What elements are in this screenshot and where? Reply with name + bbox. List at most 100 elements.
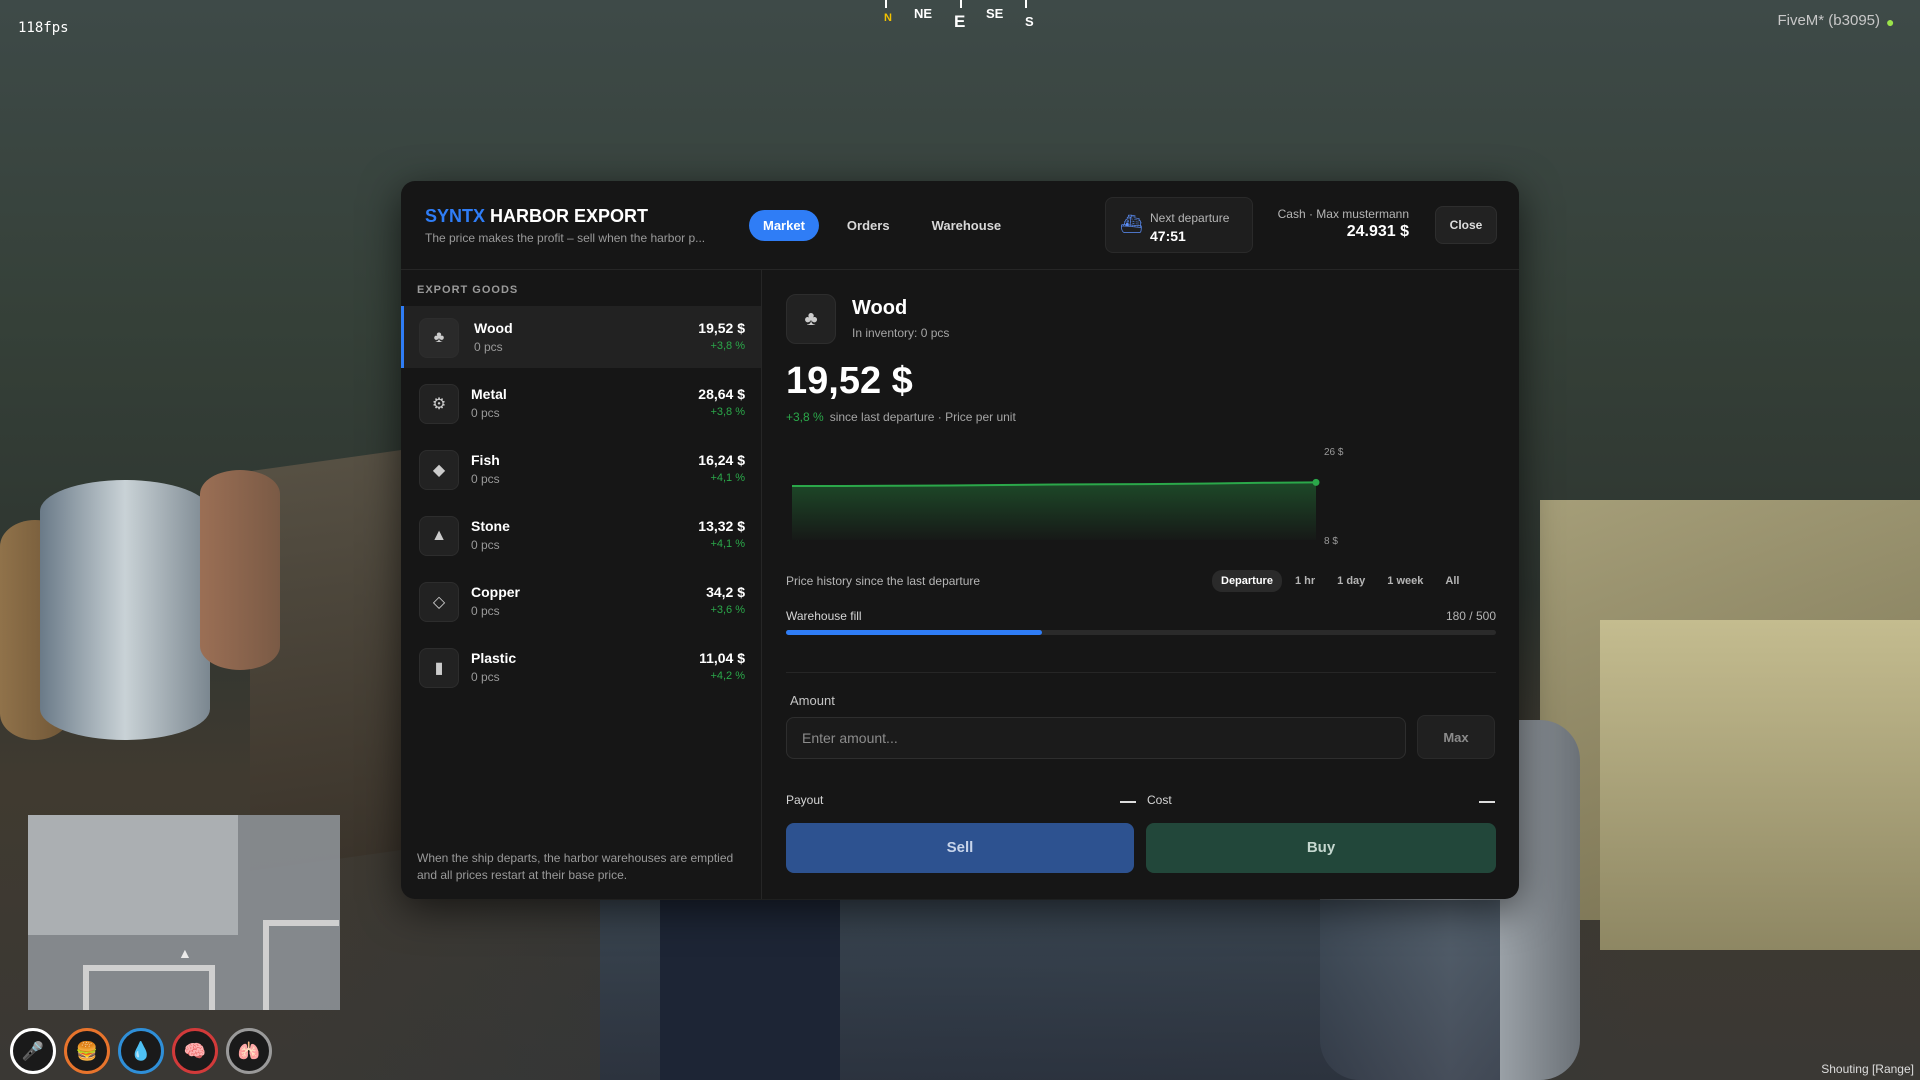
goods-name: Fish — [471, 452, 500, 468]
goods-name: Wood — [474, 320, 513, 336]
warehouse-label: Warehouse fill — [786, 609, 862, 623]
payout-label: Payout — [786, 793, 824, 807]
goods-item-stone[interactable]: ▲ Stone 0 pcs 13,32 $ +4,1 % — [401, 504, 761, 566]
client-version: FiveM* (b3095) — [1777, 12, 1880, 29]
detail-title: Wood — [852, 297, 908, 319]
player-arrow-icon: ▲ — [178, 945, 192, 961]
cash-value: 24.931 $ — [1346, 223, 1409, 240]
goods-change: +3,8 % — [710, 406, 745, 418]
divider — [786, 672, 1496, 673]
gem-icon: ◇ — [419, 582, 459, 622]
microphone-icon: 🎤 — [10, 1028, 56, 1074]
detail-price: 19,52 $ — [786, 360, 913, 402]
background-crate — [1600, 620, 1920, 950]
goods-item-wood[interactable]: ♣ Wood 0 pcs 19,52 $ +3,8 % — [401, 306, 761, 368]
fps-counter: 118fps — [18, 20, 69, 36]
goods-price: 16,24 $ — [698, 452, 745, 468]
cost-value — [1479, 801, 1495, 803]
stress-icon: 🧠 — [172, 1028, 218, 1074]
goods-change: +4,1 % — [710, 472, 745, 484]
goods-item-plastic[interactable]: ▮ Plastic 0 pcs 11,04 $ +4,2 % — [401, 636, 761, 698]
player-character — [660, 900, 840, 1080]
compass-n: N — [884, 12, 892, 24]
departure-timer: 47:51 — [1150, 228, 1186, 244]
tab-market[interactable]: Market — [749, 210, 819, 241]
brand-accent: SYNTX — [425, 206, 486, 226]
goods-name: Metal — [471, 386, 507, 402]
departure-note: When the ship departs, the harbor wareho… — [417, 851, 734, 882]
tab-bar: Market Orders Warehouse — [749, 210, 1015, 241]
status-hud: 🎤 🍔 💧 🧠 🫁 — [10, 1028, 272, 1074]
cash-label: Cash · Max mustermann — [1277, 207, 1409, 221]
chart-area — [792, 482, 1316, 540]
range-all[interactable]: All — [1436, 570, 1468, 592]
goods-list: EXPORT GOODS ♣ Wood 0 pcs 19,52 $ +3,8 %… — [401, 270, 762, 899]
background-barrel — [40, 480, 210, 740]
buy-button[interactable]: Buy — [1146, 823, 1496, 873]
range-1hr[interactable]: 1 hr — [1286, 570, 1324, 592]
chart-last-point — [1312, 478, 1320, 486]
tree-icon: ♣ — [786, 294, 836, 344]
change-note: since last departure · Price per unit — [829, 410, 1016, 424]
detail-change: +3,8 % since last departure · Price per u… — [786, 410, 1016, 424]
compass-tick — [885, 0, 887, 8]
goods-item-copper[interactable]: ◇ Copper 0 pcs 34,2 $ +3,6 % — [401, 570, 761, 632]
bottle-icon: ▮ — [419, 648, 459, 688]
fivem-icon: ● — [1886, 14, 1895, 30]
goods-qty: 0 pcs — [471, 406, 500, 420]
detail-inventory: In inventory: 0 pcs — [852, 326, 950, 340]
sell-button[interactable]: Sell — [786, 823, 1134, 873]
metal-icon: ⚙ — [419, 384, 459, 424]
warehouse-value: 180 / 500 — [1445, 609, 1496, 623]
section-title: EXPORT GOODS — [417, 284, 519, 296]
close-button[interactable]: Close — [1435, 206, 1497, 244]
compass-tick — [1025, 0, 1027, 8]
range-selector: Departure 1 hr 1 day 1 week All — [1212, 570, 1468, 592]
minimap-road — [83, 965, 215, 1010]
compass-se: SE — [986, 6, 1004, 21]
change-percent: +3,8 % — [786, 410, 824, 424]
next-departure-card: ⛴ Next departure 47:51 — [1105, 197, 1253, 253]
tree-icon: ♣ — [419, 318, 459, 358]
fish-icon: ◆ — [419, 450, 459, 490]
compass-tick — [960, 0, 962, 8]
compass: N NE E SE S — [880, 0, 1040, 34]
tab-warehouse[interactable]: Warehouse — [918, 210, 1016, 241]
range-1week[interactable]: 1 week — [1378, 570, 1432, 592]
goods-change: +3,6 % — [710, 604, 745, 616]
stone-icon: ▲ — [419, 516, 459, 556]
y-tick-label: 8 $ — [1324, 536, 1338, 547]
goods-qty: 0 pcs — [471, 670, 500, 684]
panel-subtitle: The price makes the profit – sell when t… — [425, 231, 706, 245]
max-button[interactable]: Max — [1417, 715, 1495, 759]
panel-header: SYNTX HARBOR EXPORT The price makes the … — [401, 181, 1519, 270]
amount-input[interactable] — [786, 717, 1406, 759]
goods-qty: 0 pcs — [474, 340, 503, 354]
goods-price: 34,2 $ — [706, 584, 745, 600]
compass-e: E — [954, 12, 966, 31]
tab-orders[interactable]: Orders — [833, 210, 904, 241]
goods-item-metal[interactable]: ⚙ Metal 0 pcs 28,64 $ +3,8 % — [401, 372, 761, 434]
range-1day[interactable]: 1 day — [1328, 570, 1374, 592]
cash-display: Cash · Max mustermann 24.931 $ — [1263, 207, 1409, 241]
minimap: ▲ — [28, 815, 340, 1010]
lungs-icon: 🫁 — [226, 1028, 272, 1074]
goods-item-fish[interactable]: ◆ Fish 0 pcs 16,24 $ +4,1 % — [401, 438, 761, 500]
goods-change: +3,8 % — [710, 340, 745, 352]
goods-qty: 0 pcs — [471, 604, 500, 618]
brand-name: HARBOR EXPORT — [490, 206, 649, 226]
payout-value — [1120, 801, 1136, 803]
goods-price: 19,52 $ — [698, 320, 745, 336]
goods-detail: ♣ Wood In inventory: 0 pcs 19,52 $ +3,8 … — [762, 270, 1519, 899]
goods-name: Stone — [471, 518, 510, 534]
range-departure[interactable]: Departure — [1212, 570, 1282, 592]
history-label: Price history since the last departure — [786, 574, 981, 588]
goods-qty: 0 pcs — [471, 538, 500, 552]
minimap-road — [263, 920, 339, 1010]
warehouse-progress — [786, 630, 1496, 635]
hunger-icon: 🍔 — [64, 1028, 110, 1074]
cost-label: Cost — [1147, 793, 1172, 807]
departure-label: Next departure — [1150, 211, 1230, 225]
amount-label: Amount — [790, 693, 835, 708]
warehouse-progress-fill — [786, 630, 1042, 635]
